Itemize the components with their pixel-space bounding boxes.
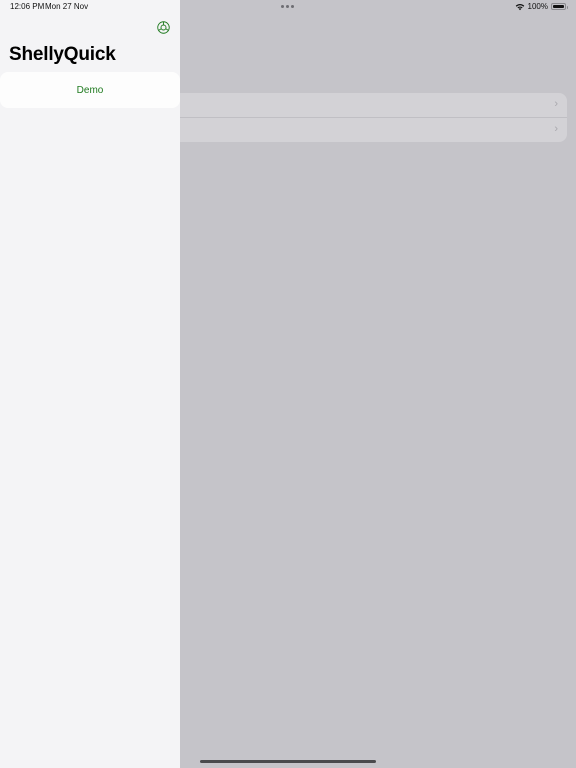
battery-icon (551, 3, 568, 10)
status-indicators: 100% (515, 2, 568, 11)
sidebar: ShellyQuick Demo (0, 0, 180, 768)
app-screen: 12:06 PM Mon 27 Nov 100% › › ShellyQuick… (0, 0, 576, 768)
chevron-right-icon: › (554, 123, 558, 135)
battery-percentage: 100% (527, 2, 548, 11)
page-title: ShellyQuick (9, 44, 116, 65)
chevron-right-icon: › (554, 98, 558, 110)
multitasking-dots-icon[interactable] (281, 5, 294, 8)
battery-fill (553, 5, 564, 8)
detail-row[interactable]: › (180, 118, 567, 142)
sidebar-item-demo[interactable]: Demo (0, 72, 180, 108)
status-date: Mon 27 Nov (45, 2, 89, 11)
detail-row[interactable]: › (180, 93, 567, 118)
status-time: 12:06 PM (10, 2, 45, 11)
detail-list: › › (180, 93, 567, 142)
sidebar-item-label: Demo (76, 84, 104, 96)
settings-icon[interactable] (157, 21, 170, 34)
wifi-icon (515, 3, 524, 10)
home-indicator[interactable] (200, 760, 376, 763)
